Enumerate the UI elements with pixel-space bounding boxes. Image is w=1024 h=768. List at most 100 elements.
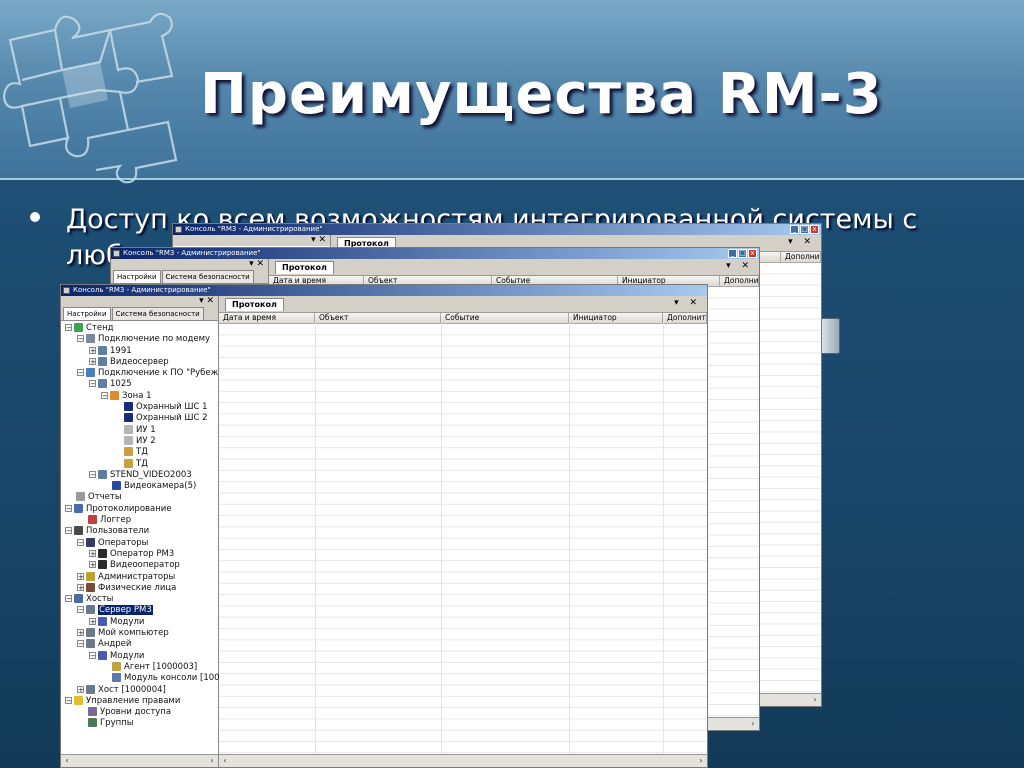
tree-item[interactable]: − Управление правами [61,695,218,707]
tab-security-system[interactable]: Система безопасности [111,307,204,320]
tree-item[interactable]: − STEND_VIDEO2003 [61,469,218,481]
expand-icon[interactable]: + [89,617,96,625]
scroll-right-icon[interactable]: › [748,719,758,729]
tree-item[interactable]: − 1025 [61,379,218,390]
tree-item[interactable]: Логгер [61,515,218,526]
scroll-right-icon[interactable]: › [810,695,820,705]
minimize-button[interactable]: _ [790,225,799,234]
panel-controls[interactable]: ▾ ✕ [61,296,218,307]
tab-settings[interactable]: Настройки [63,307,111,320]
tree-item[interactable]: Агент [1000003] [61,661,218,673]
expand-icon[interactable]: + [89,357,96,365]
panel-controls[interactable]: ▾ ✕ [173,235,330,246]
protocol-grid[interactable]: Дата и время Объект Событие Инициатор До… [219,313,707,755]
tree-item[interactable]: − Зона 1 [61,390,218,402]
tree-item[interactable]: + Видеооператор [61,560,218,571]
minimize-button[interactable]: _ [728,249,737,258]
tree-item[interactable]: + Администраторы [61,571,218,583]
column-header[interactable]: Дополнит [781,252,821,262]
tree-item[interactable]: − Подключение к ПО "Рубеж [61,368,218,379]
scroll-left-icon[interactable]: ‹ [62,756,72,766]
console-window-front[interactable]: Консоль "RM3 - Администрирование" ▾ ✕ На… [60,284,708,768]
column-header[interactable]: Дата и время [219,313,315,323]
scroll-right-icon[interactable]: › [696,756,706,766]
collapse-icon[interactable]: − [89,651,96,659]
close-button[interactable]: x [748,249,757,258]
tree-item-label: Модуль консоли [1000 [124,673,225,684]
collapse-icon[interactable]: − [65,324,72,332]
maximize-button[interactable]: □ [738,249,747,258]
tree-item[interactable]: ТД [61,447,218,458]
expand-icon[interactable]: + [89,561,96,569]
column-header[interactable]: Событие [441,313,569,323]
maximize-button[interactable]: □ [800,225,809,234]
tree-item[interactable]: − Хосты [61,594,218,605]
tab-protocol[interactable]: Протокол [275,261,334,274]
collapse-icon[interactable]: − [77,369,84,377]
scroll-left-icon[interactable]: ‹ [220,756,230,766]
expand-icon[interactable]: + [77,629,84,637]
collapse-icon[interactable]: − [65,527,72,535]
main-panel-controls[interactable]: ▾ ✕ [674,298,701,308]
tree-item[interactable]: Видеокамера(5) [61,481,218,492]
tree-item[interactable]: ТД [61,458,218,470]
collapse-icon[interactable]: − [101,391,108,399]
tree-item[interactable]: +1991 [61,345,218,357]
tab-protocol[interactable]: Протокол [225,298,284,311]
tree-item[interactable]: Группы [61,718,218,729]
horizontal-scrollbar[interactable]: ‹ › [219,754,707,767]
tree-item-label: Группы [100,718,134,729]
tree-item[interactable]: Охранный ШС 2 [61,413,218,424]
hosts-icon [74,594,83,604]
scroll-right-icon[interactable]: › [207,756,217,766]
collapse-icon[interactable]: − [77,335,84,343]
expand-icon[interactable]: + [77,572,84,580]
tree-item[interactable]: − Операторы [61,537,218,549]
panel-controls[interactable]: ▾ ✕ [111,259,268,270]
collapse-icon[interactable]: − [77,640,84,648]
collapse-icon[interactable]: − [89,380,96,388]
tree-item[interactable]: + Модули [61,616,218,628]
tree-item[interactable]: Охранный ШС 1 [61,402,218,413]
expand-icon[interactable]: + [77,583,84,591]
collapse-icon[interactable]: − [65,595,72,603]
tree-item[interactable]: − Подключение по модему [61,334,218,345]
tree-item[interactable]: + Оператор РМ3 [61,548,218,560]
expand-icon[interactable]: + [89,346,96,354]
collapse-icon[interactable]: − [77,538,84,546]
tree-item[interactable]: − Протоколирование [61,503,218,515]
collapse-icon[interactable]: − [65,504,72,512]
tab-security-system[interactable]: Система безопасности [161,270,254,283]
tree-item[interactable]: − Модули [61,650,218,662]
tree-item[interactable]: ИУ 2 [61,435,218,447]
column-header[interactable]: Дополнит [663,313,707,323]
tree-item[interactable]: − Андрей [61,639,218,650]
tree-item[interactable]: Отчеты [61,492,218,503]
column-header[interactable]: Объект [315,313,441,323]
tab-settings[interactable]: Настройки [113,270,161,283]
window-titlebar[interactable]: Консоль "RM3 - Администрирование" _ □ x [173,224,821,235]
main-panel-controls[interactable]: ▾ ✕ [788,237,815,247]
column-header[interactable]: Инициатор [569,313,663,323]
expand-icon[interactable]: + [77,685,84,693]
main-panel-controls[interactable]: ▾ ✕ [726,261,753,271]
tree-item[interactable]: + Физические лица [61,582,218,594]
window-titlebar[interactable]: Консоль "RM3 - Администрирование" _ □ x [111,248,759,259]
window-titlebar[interactable]: Консоль "RM3 - Администрирование" [61,285,707,296]
tree-item[interactable]: − Стенд [61,323,218,334]
tree-item[interactable]: + Мой компьютер [61,628,218,639]
tree-item[interactable]: Уровни доступа [61,707,218,718]
tree-horizontal-scrollbar[interactable]: ‹ › [61,754,218,767]
collapse-icon[interactable]: − [65,696,72,704]
collapse-icon[interactable]: − [77,606,84,614]
tree-item[interactable]: − Сервер РМ3 [61,605,218,616]
tree-item[interactable]: + Хост [1000004] [61,684,218,696]
column-header[interactable]: Дополнит [720,276,759,286]
close-button[interactable]: x [810,225,819,234]
tree-item[interactable]: ИУ 1 [61,424,218,436]
tree-item[interactable]: Модуль консоли [1000 [61,673,225,684]
collapse-icon[interactable]: − [89,470,96,478]
expand-icon[interactable]: + [89,549,96,557]
tree-item[interactable]: + Видеосервер [61,356,218,368]
tree-item[interactable]: − Пользователи [61,526,218,537]
